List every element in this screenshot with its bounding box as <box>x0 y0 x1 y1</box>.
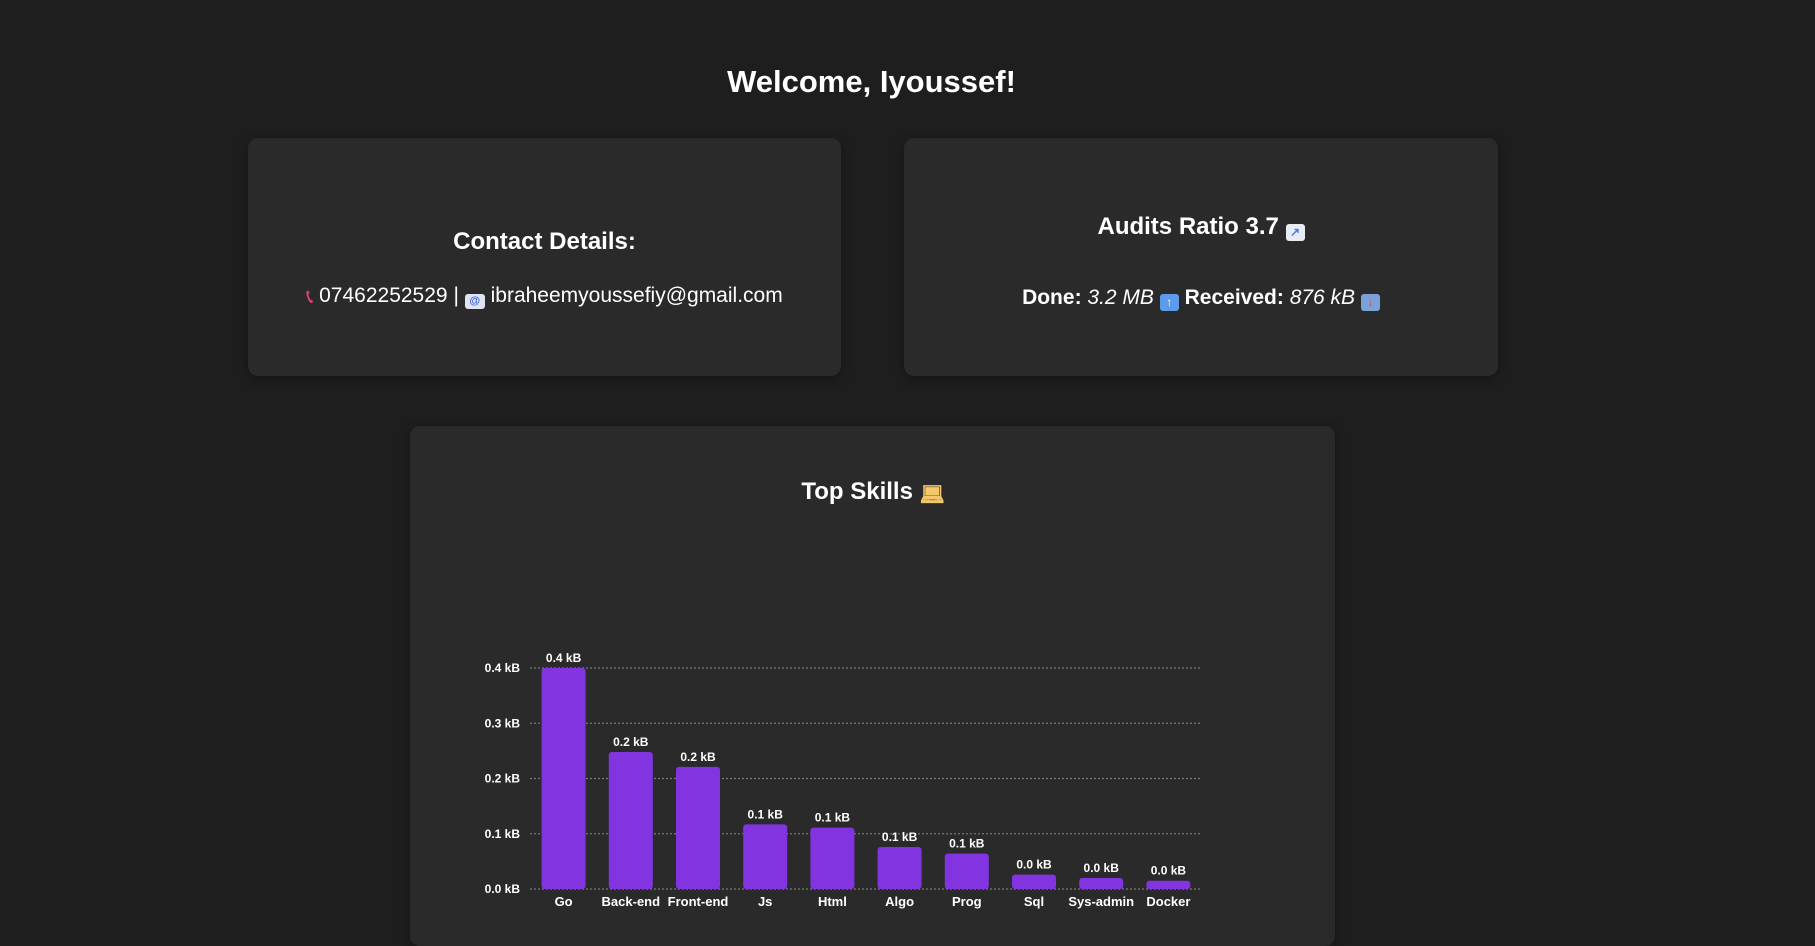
category-label: Sql <box>1024 894 1044 909</box>
phone-number: 07462252529 <box>319 284 448 307</box>
audit-ratio-title: Audits Ratio 3.7 ↗ <box>904 213 1498 241</box>
top-skills-card: Top Skills 💻︎ 0.0 kB 0.1 kB 0.2 kB 0.3 kB 0.… <box>410 426 1335 946</box>
y-tick-label: 0.3 kB <box>485 716 521 730</box>
email-address: ibraheemyoussefiy@gmail.com <box>490 284 783 307</box>
bar <box>877 847 922 889</box>
category-label: Prog <box>952 894 982 909</box>
data-label: 0.2 kB <box>680 750 716 764</box>
data-label: 0.1 kB <box>882 830 918 844</box>
bar <box>541 668 586 889</box>
data-label: 0.0 kB <box>1084 861 1120 875</box>
audit-line: Done: 3.2 MB ↑ Received: 876 kB ↓ <box>904 286 1498 311</box>
contact-line: 📞︎ 07462252529 | @ ibraheemyoussefiy@gma… <box>248 284 841 309</box>
category-label: Go <box>555 894 573 909</box>
skills-bar-chart: 0.0 kB 0.1 kB 0.2 kB 0.3 kB 0.4 kB 0.4 kB Go 0.… <box>485 651 1202 909</box>
audit-card: Audits Ratio 3.7 ↗ Done: 3.2 MB ↑ Receiv… <box>904 138 1498 376</box>
contact-card: Contact Details: 📞︎ 07462252529 | @ ibra… <box>248 138 841 376</box>
done-value: 3.2 MB <box>1087 286 1154 309</box>
bar <box>1146 880 1191 889</box>
data-label: 0.1 kB <box>949 837 985 851</box>
bar <box>1079 877 1124 889</box>
data-label: 0.4 kB <box>546 651 582 665</box>
category-label: Sys-admin <box>1068 894 1134 909</box>
contact-separator: | <box>453 284 459 307</box>
category-label: Js <box>758 894 772 909</box>
data-label: 0.1 kB <box>815 811 851 825</box>
data-label: 0.2 kB <box>613 735 649 749</box>
data-label: 0.0 kB <box>1151 864 1187 878</box>
email-icon: @ <box>464 294 485 309</box>
received-value: 876 kB <box>1289 286 1356 309</box>
bar <box>743 824 788 889</box>
audit-ratio-text: Audits Ratio 3.7 <box>1097 213 1279 240</box>
category-label: Docker <box>1146 894 1190 909</box>
bar <box>944 853 989 889</box>
inbox-tray-icon: ↓ <box>1360 294 1380 311</box>
category-label: Back-end <box>602 894 661 909</box>
y-tick-label: 0.4 kB <box>485 661 521 675</box>
data-label: 0.0 kB <box>1016 858 1052 872</box>
bar <box>1012 874 1056 889</box>
y-tick-label: 0.2 kB <box>485 772 521 786</box>
bar <box>676 766 720 889</box>
category-label: Html <box>818 894 847 909</box>
category-label: Algo <box>885 894 914 909</box>
received-label: Received: <box>1184 286 1284 309</box>
contact-title: Contact Details: <box>453 228 636 255</box>
bar <box>810 827 855 889</box>
y-tick-label: 0.1 kB <box>485 827 521 841</box>
done-label: Done: <box>1022 286 1082 309</box>
data-label: 0.1 kB <box>748 807 784 821</box>
bar <box>608 751 653 889</box>
phone-icon: 📞︎ <box>306 286 314 308</box>
up-arrow-icon: ↑ <box>1159 294 1179 311</box>
category-label: Front-end <box>668 894 729 909</box>
y-tick-label: 0.0 kB <box>485 882 521 896</box>
chart-increasing-icon: ↗ <box>1285 224 1305 241</box>
welcome-heading: Welcome, Iyoussef! <box>727 64 1016 99</box>
